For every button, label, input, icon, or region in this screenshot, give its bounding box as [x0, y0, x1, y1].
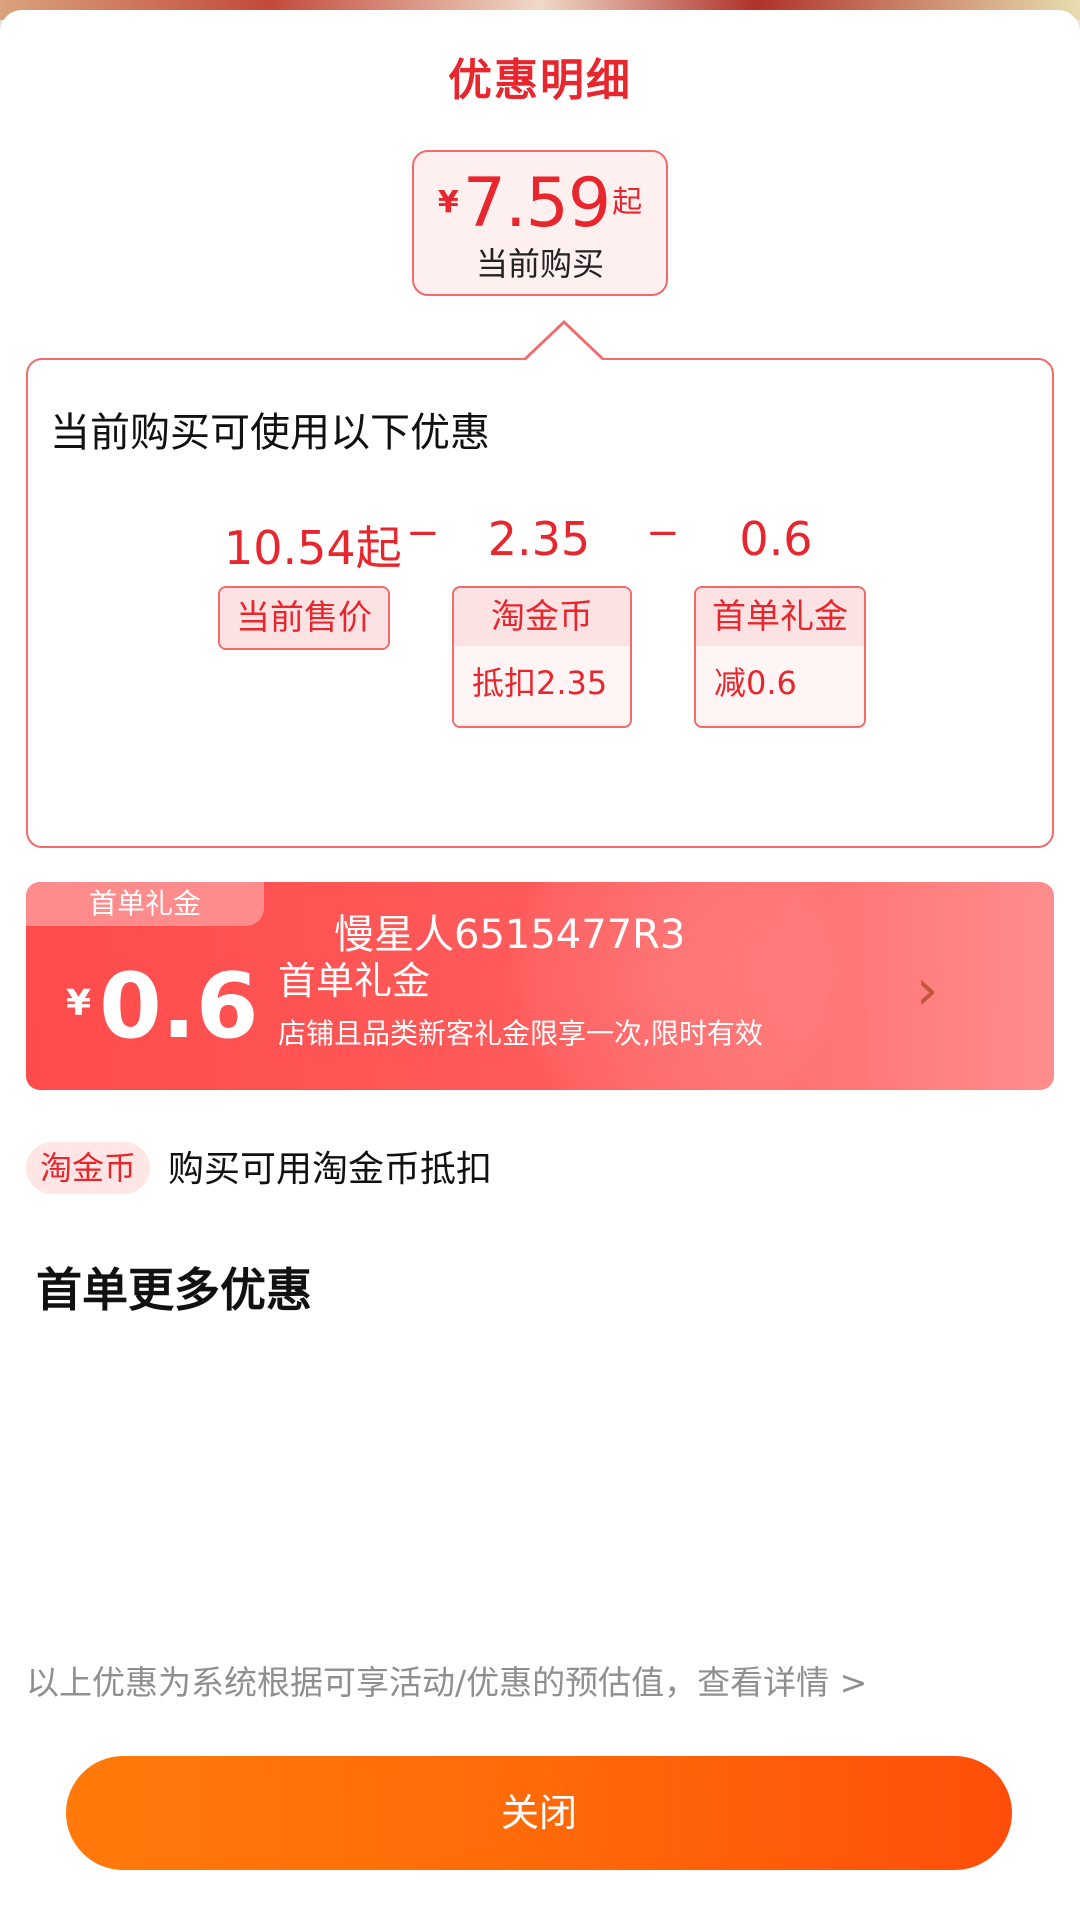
gift-tag-detail: 减0.6: [696, 646, 864, 724]
coupon-amount: ¥0.6: [66, 954, 259, 1059]
coupon-name: 首单礼金: [278, 959, 431, 1003]
minus-operator: −: [406, 510, 440, 556]
minus-operator: −: [646, 510, 680, 556]
base-price-value: 10.54起: [224, 521, 402, 575]
discount-details-sheet: 优惠明细 ¥7.59起 当前购买 当前购买可使用以下优惠 10.54起 − 2.…: [0, 10, 1080, 1930]
breakdown-heading: 当前购买可使用以下优惠: [50, 410, 490, 456]
coupon-currency: ¥: [66, 983, 92, 1024]
first-order-gift-coupon[interactable]: 首单礼金 ¥0.6 慢星人6515477R3 首单礼金 店铺且品类新客礼金限享一…: [26, 882, 1054, 1090]
coupon-type-tab: 首单礼金: [26, 882, 264, 926]
sheet-title: 优惠明细: [448, 55, 632, 106]
coin-tag-title: 淘金币: [454, 588, 630, 646]
base-price-tag: 当前售价: [218, 586, 390, 650]
final-price-amount: 7.59: [462, 164, 611, 243]
disclaimer-link[interactable]: 以上优惠为系统根据可享活动/优惠的预估值，查看详情 >: [26, 1656, 867, 1704]
coin-badge: 淘金币: [26, 1142, 150, 1194]
final-price-box: ¥7.59起 当前购买: [412, 150, 668, 296]
coin-tag: 淘金币 抵扣2.35: [452, 586, 632, 728]
price-suffix: 起: [612, 185, 643, 220]
gift-discount-value: 0.6: [739, 512, 813, 566]
final-price-label: 当前购买: [475, 245, 604, 283]
coupon-value: 0.6: [99, 954, 259, 1059]
gift-tag-title: 首单礼金: [696, 588, 864, 646]
close-button[interactable]: 关闭: [66, 1756, 1012, 1870]
coupon-description: 店铺且品类新客礼金限享一次,限时有效: [278, 1017, 763, 1050]
coin-tag-detail: 抵扣2.35: [454, 646, 630, 724]
more-offers-title: 首单更多优惠: [36, 1263, 312, 1317]
coin-discount-value: 2.35: [487, 512, 591, 566]
panel-pointer-inner: [525, 324, 603, 361]
gift-tag: 首单礼金 减0.6: [694, 586, 866, 728]
base-price-tag-label: 当前售价: [220, 588, 388, 648]
currency-symbol: ¥: [437, 185, 459, 220]
discount-breakdown-panel: 当前购买可使用以下优惠 10.54起 − 2.35 − 0.6 当前售价 淘金币…: [26, 358, 1054, 848]
final-price: ¥7.59起: [414, 164, 666, 243]
chevron-right-icon[interactable]: ›: [916, 958, 938, 1023]
coin-description: 购买可用淘金币抵扣: [168, 1149, 493, 1190]
